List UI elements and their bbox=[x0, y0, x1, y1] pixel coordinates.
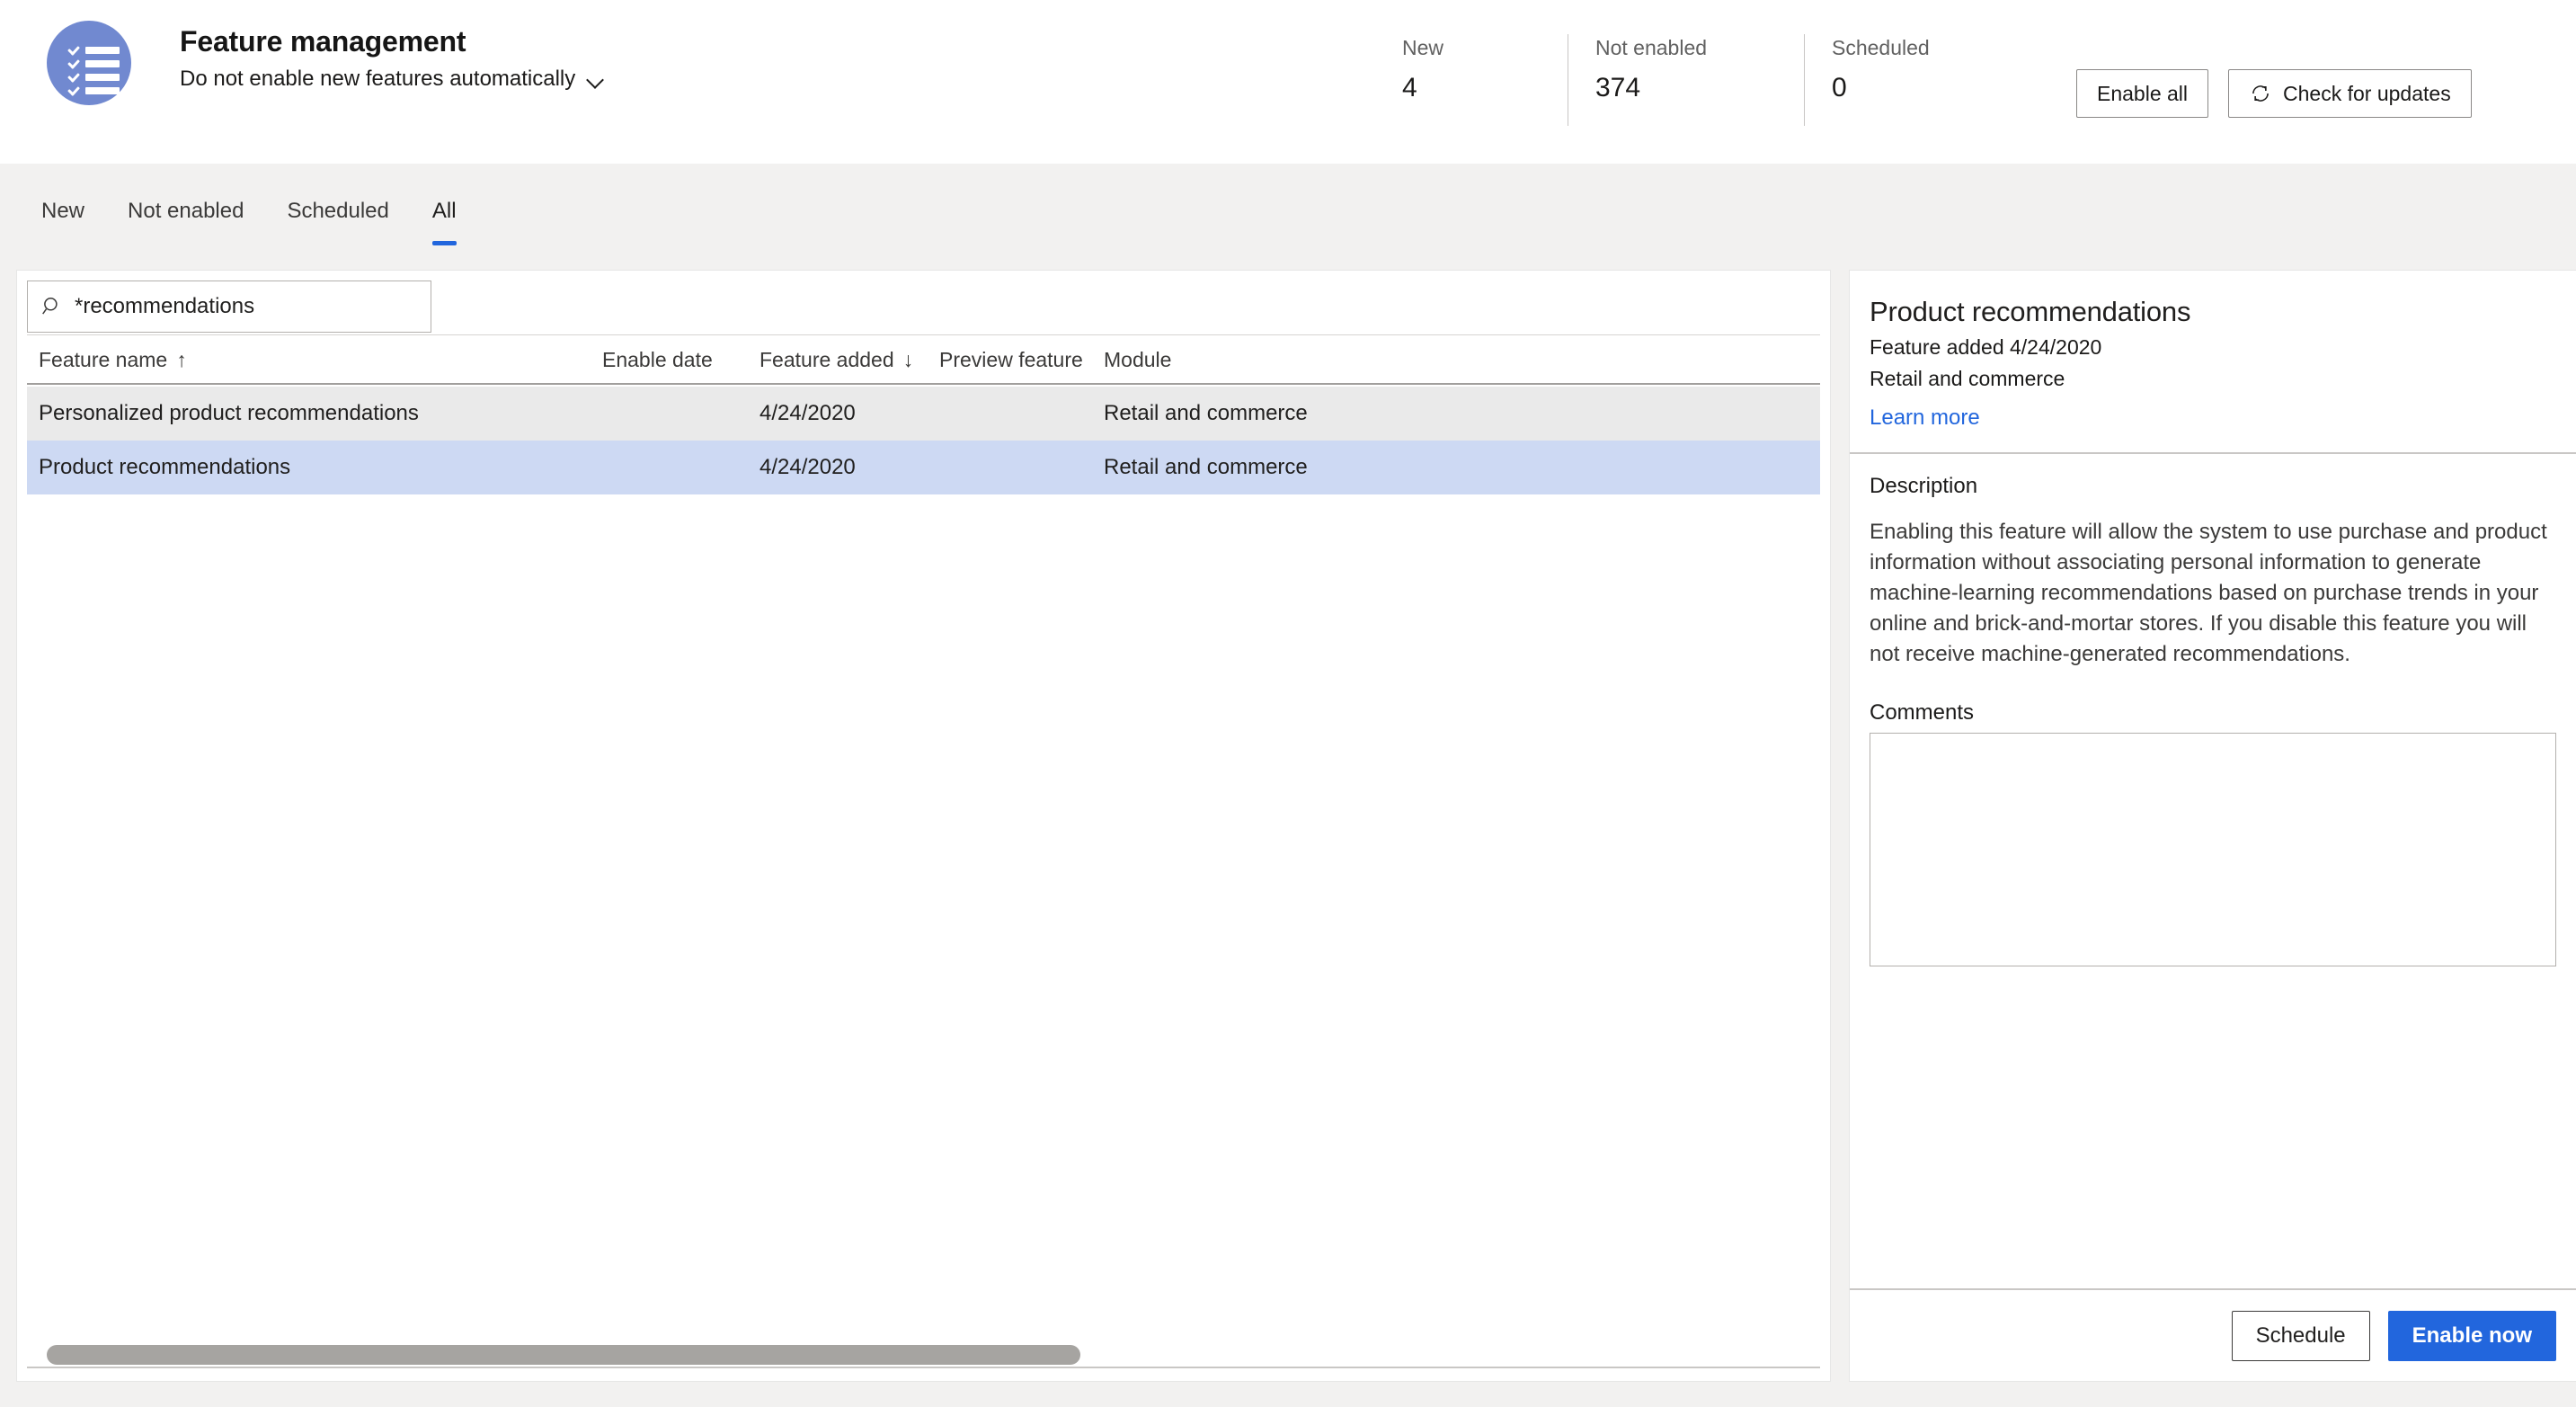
tab-new[interactable]: New bbox=[20, 164, 106, 226]
enable-all-label: Enable all bbox=[2097, 81, 2189, 105]
detail-feature-added: Feature added 4/24/2020 bbox=[1870, 335, 2102, 359]
detail-body: Description Enabling this feature will a… bbox=[1850, 454, 2576, 971]
stat-not-enabled-label: Not enabled bbox=[1595, 36, 1708, 59]
enable-now-button[interactable]: Enable now bbox=[2387, 1310, 2556, 1361]
page-title: Feature management bbox=[180, 25, 466, 58]
detail-header: Product recommendations Feature added 4/… bbox=[1850, 271, 2576, 452]
detail-title: Product recommendations bbox=[1870, 296, 2191, 327]
sort-descending-icon: ↓ bbox=[902, 347, 914, 371]
tab-new-label: New bbox=[41, 199, 85, 223]
column-header-preview-feature[interactable]: Preview feature bbox=[939, 346, 1104, 373]
enable-now-label: Enable now bbox=[2412, 1322, 2532, 1348]
stat-scheduled-value: 0 bbox=[1832, 73, 1847, 102]
cell-module: Retail and commerce bbox=[1104, 455, 1308, 479]
stat-new-value: 4 bbox=[1402, 73, 1417, 102]
stat-new: New 4 bbox=[1391, 34, 1568, 126]
schedule-button[interactable]: Schedule bbox=[2231, 1310, 2370, 1361]
comments-input[interactable] bbox=[1870, 733, 2556, 966]
feature-grid: Feature name ↑ Enable date Feature added… bbox=[27, 334, 1820, 1347]
page-header: Feature management Do not enable new fea… bbox=[0, 0, 2576, 164]
cell-feature-added: 4/24/2020 bbox=[759, 401, 856, 425]
cell-feature-added: 4/24/2020 bbox=[759, 455, 856, 479]
column-header-enable-date[interactable]: Enable date bbox=[602, 346, 759, 373]
tab-scheduled[interactable]: Scheduled bbox=[265, 164, 410, 226]
stat-not-enabled: Not enabled 374 bbox=[1568, 34, 1804, 126]
sort-ascending-icon: ↑ bbox=[176, 347, 187, 371]
app-icon-wrap bbox=[47, 21, 131, 105]
search-input[interactable] bbox=[75, 293, 418, 320]
column-header-feature-name-label: Feature name bbox=[39, 347, 168, 371]
panel-bottom-rule bbox=[27, 1367, 1820, 1368]
cell-module: Retail and commerce bbox=[1104, 401, 1308, 425]
table-row[interactable]: Product recommendations 4/24/2020 Retail… bbox=[27, 441, 1820, 494]
table-row[interactable]: Personalized product recommendations 4/2… bbox=[27, 387, 1820, 441]
stat-scheduled-label: Scheduled bbox=[1832, 36, 1930, 59]
schedule-label: Schedule bbox=[2255, 1322, 2346, 1348]
tab-all-label: All bbox=[431, 199, 457, 223]
description-label: Description bbox=[1870, 474, 1978, 498]
check-for-updates-button[interactable]: Check for updates bbox=[2228, 69, 2472, 118]
stats-summary: New 4 Not enabled 374 Scheduled 0 bbox=[1391, 34, 2030, 126]
tab-scheduled-label: Scheduled bbox=[287, 199, 389, 223]
tab-not-enabled[interactable]: Not enabled bbox=[106, 164, 265, 226]
detail-footer: Schedule Enable now bbox=[1850, 1288, 2576, 1381]
horizontal-scrollbar[interactable] bbox=[39, 1345, 1827, 1365]
cell-feature-name: Product recommendations bbox=[39, 455, 291, 479]
title-block: Feature management Do not enable new fea… bbox=[180, 23, 607, 94]
tab-bar: New Not enabled Scheduled All bbox=[0, 164, 2576, 261]
comments-label: Comments bbox=[1870, 700, 1975, 725]
enable-all-button[interactable]: Enable all bbox=[2076, 69, 2209, 118]
learn-more-link[interactable]: Learn more bbox=[1870, 404, 1980, 432]
grid-body: Personalized product recommendations 4/2… bbox=[27, 387, 1820, 1347]
check-for-updates-label: Check for updates bbox=[2283, 81, 2451, 105]
column-header-module[interactable]: Module bbox=[1104, 346, 1373, 373]
refresh-icon bbox=[2252, 85, 2269, 102]
column-header-module-label: Module bbox=[1104, 347, 1172, 371]
column-header-preview-feature-label: Preview feature bbox=[939, 347, 1083, 371]
stat-not-enabled-value: 374 bbox=[1595, 73, 1641, 102]
horizontal-scrollbar-thumb[interactable] bbox=[47, 1345, 1080, 1365]
detail-module: Retail and commerce bbox=[1870, 367, 2065, 390]
auto-enable-dropdown[interactable]: Do not enable new features automatically bbox=[180, 65, 607, 94]
tab-not-enabled-label: Not enabled bbox=[128, 199, 244, 223]
stat-scheduled: Scheduled 0 bbox=[1805, 34, 2030, 126]
stat-new-label: New bbox=[1402, 36, 1444, 59]
header-actions: Enable all Check for updates bbox=[2076, 69, 2472, 118]
feature-list-panel: Feature name ↑ Enable date Feature added… bbox=[16, 270, 1831, 1382]
column-header-feature-added-label: Feature added bbox=[759, 347, 894, 371]
search-box[interactable] bbox=[27, 281, 431, 333]
cell-feature-name: Personalized product recommendations bbox=[39, 401, 419, 425]
search-icon bbox=[42, 298, 58, 315]
tab-all[interactable]: All bbox=[411, 164, 478, 245]
column-header-feature-added[interactable]: Feature added ↓ bbox=[759, 346, 939, 373]
description-text: Enabling this feature will allow the sys… bbox=[1870, 520, 2547, 666]
feature-detail-panel: Product recommendations Feature added 4/… bbox=[1849, 270, 2576, 1382]
auto-enable-label: Do not enable new features automatically bbox=[180, 67, 576, 91]
grid-header-row: Feature name ↑ Enable date Feature added… bbox=[27, 334, 1820, 385]
checklist-icon bbox=[47, 21, 131, 105]
column-header-enable-date-label: Enable date bbox=[602, 347, 713, 371]
column-header-feature-name[interactable]: Feature name ↑ bbox=[27, 346, 602, 373]
chevron-down-icon bbox=[587, 74, 607, 85]
